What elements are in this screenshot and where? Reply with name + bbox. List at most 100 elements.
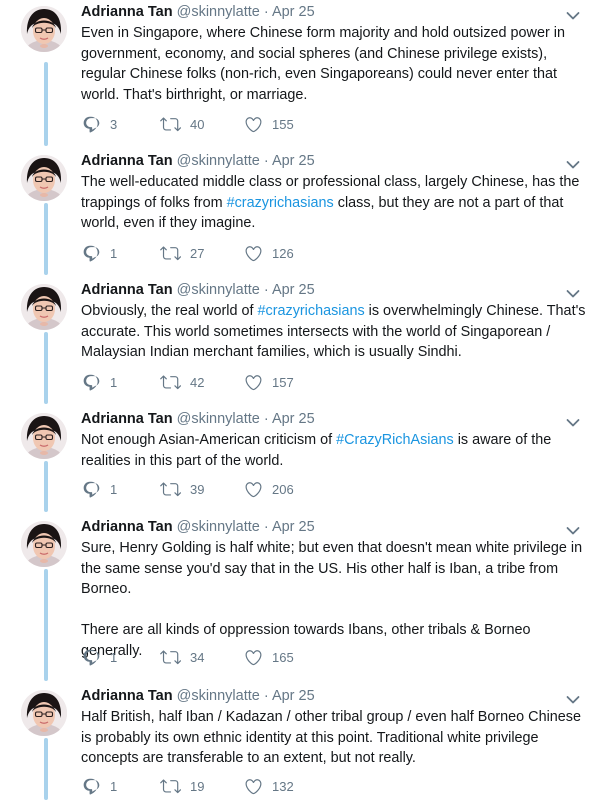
separator-dot: ·	[259, 411, 272, 427]
tweet-header: Adrianna Tan @skinnylatte · Apr 25	[81, 152, 315, 170]
like-count: 206	[272, 481, 294, 497]
retweet-button[interactable]: 40	[159, 114, 204, 134]
hashtag-link[interactable]: #crazyrichasians	[258, 303, 365, 319]
author-name[interactable]: Adrianna Tan	[81, 153, 173, 169]
tweet-date[interactable]: Apr 25	[272, 153, 315, 169]
chevron-down-icon[interactable]	[566, 8, 580, 20]
author-handle[interactable]: @skinnylatte	[177, 688, 260, 704]
tweet-text: Not enough Asian-American criticism of #…	[81, 430, 586, 471]
like-button[interactable]: 206	[244, 479, 294, 499]
text-segment: Half British, half Iban / Kadazan / othe…	[81, 709, 581, 766]
reply-icon	[82, 115, 101, 134]
author-handle[interactable]: @skinnylatte	[177, 4, 260, 20]
thread-line	[44, 738, 48, 800]
reply-count: 1	[110, 778, 118, 794]
retweet-count: 19	[190, 778, 205, 794]
reply-button[interactable]: 3	[82, 114, 117, 134]
reply-icon	[82, 777, 101, 796]
retweet-button[interactable]: 19	[159, 776, 204, 796]
tweet-date[interactable]: Apr 25	[272, 688, 315, 704]
hashtag-link[interactable]: #CrazyRichAsians	[336, 432, 454, 448]
retweet-button[interactable]: 39	[159, 479, 204, 499]
like-icon	[244, 244, 263, 263]
thread-line	[44, 461, 48, 512]
retweet-icon	[159, 244, 181, 263]
author-handle[interactable]: @skinnylatte	[177, 153, 260, 169]
like-count: 132	[272, 778, 294, 794]
like-count: 155	[272, 116, 294, 132]
tweet-date[interactable]: Apr 25	[272, 411, 315, 427]
avatar[interactable]	[21, 6, 67, 52]
text-segment: Even in Singapore, where Chinese form ma…	[81, 25, 565, 103]
retweet-count: 27	[190, 245, 205, 261]
tweet-header: Adrianna Tan @skinnylatte · Apr 25	[81, 281, 315, 299]
tweet-header: Adrianna Tan @skinnylatte · Apr 25	[81, 687, 315, 705]
reply-icon	[82, 244, 101, 263]
tweet-text: Half British, half Iban / Kadazan / othe…	[81, 707, 586, 769]
chevron-down-icon[interactable]	[566, 523, 580, 535]
chevron-down-icon[interactable]	[566, 415, 580, 427]
like-icon	[244, 648, 263, 667]
author-name[interactable]: Adrianna Tan	[81, 4, 173, 20]
tweet-text: The well-educated middle class or profes…	[81, 172, 586, 234]
like-button[interactable]: 157	[244, 372, 294, 392]
retweet-button[interactable]: 34	[159, 647, 204, 667]
like-button[interactable]: 126	[244, 243, 294, 263]
retweet-icon	[159, 115, 181, 134]
author-handle[interactable]: @skinnylatte	[177, 519, 260, 535]
reply-icon	[82, 373, 101, 392]
like-icon	[244, 480, 263, 499]
avatar[interactable]	[21, 690, 67, 736]
like-button[interactable]: 155	[244, 114, 294, 134]
retweet-button[interactable]: 42	[159, 372, 204, 392]
avatar[interactable]	[21, 155, 67, 201]
author-name[interactable]: Adrianna Tan	[81, 411, 173, 427]
tweet-header: Adrianna Tan @skinnylatte · Apr 25	[81, 3, 315, 21]
separator-dot: ·	[259, 282, 272, 298]
text-segment: Sure, Henry Golding is half white; but e…	[81, 540, 583, 597]
tweet-date[interactable]: Apr 25	[272, 4, 315, 20]
chevron-down-icon[interactable]	[566, 692, 580, 704]
chevron-down-icon[interactable]	[566, 286, 580, 298]
retweet-count: 40	[190, 116, 205, 132]
like-count: 157	[272, 374, 294, 390]
retweet-count: 39	[190, 481, 205, 497]
reply-button[interactable]: 1	[82, 479, 117, 499]
like-count: 165	[272, 649, 294, 665]
author-name[interactable]: Adrianna Tan	[81, 519, 173, 535]
retweet-icon	[159, 480, 181, 499]
retweet-button[interactable]: 27	[159, 243, 204, 263]
reply-button[interactable]: 1	[82, 243, 117, 263]
author-name[interactable]: Adrianna Tan	[81, 688, 173, 704]
like-icon	[244, 373, 263, 392]
separator-dot: ·	[259, 4, 272, 20]
author-name[interactable]: Adrianna Tan	[81, 282, 173, 298]
thread-line	[44, 332, 48, 404]
like-icon	[244, 777, 263, 796]
reply-icon	[82, 648, 101, 667]
like-icon	[244, 115, 263, 134]
reply-button[interactable]: 1	[82, 776, 117, 796]
tweet-date[interactable]: Apr 25	[272, 282, 315, 298]
separator-dot: ·	[259, 153, 272, 169]
author-handle[interactable]: @skinnylatte	[177, 282, 260, 298]
separator-dot: ·	[259, 688, 272, 704]
avatar[interactable]	[21, 521, 67, 567]
retweet-icon	[159, 777, 181, 796]
like-button[interactable]: 165	[244, 647, 294, 667]
like-count: 126	[272, 245, 294, 261]
reply-button[interactable]: 1	[82, 372, 117, 392]
text-segment: Obviously, the real world of	[81, 303, 258, 319]
text-segment: Not enough Asian-American criticism of	[81, 432, 337, 448]
author-handle[interactable]: @skinnylatte	[177, 411, 260, 427]
tweet-date[interactable]: Apr 25	[272, 519, 315, 535]
avatar[interactable]	[21, 413, 67, 459]
thread-line	[44, 203, 48, 275]
thread-line	[44, 62, 48, 146]
like-button[interactable]: 132	[244, 776, 294, 796]
reply-count: 1	[110, 374, 118, 390]
reply-button[interactable]: 1	[82, 647, 117, 667]
avatar[interactable]	[21, 284, 67, 330]
hashtag-link[interactable]: #crazyrichasians	[227, 195, 334, 211]
chevron-down-icon[interactable]	[566, 157, 580, 169]
